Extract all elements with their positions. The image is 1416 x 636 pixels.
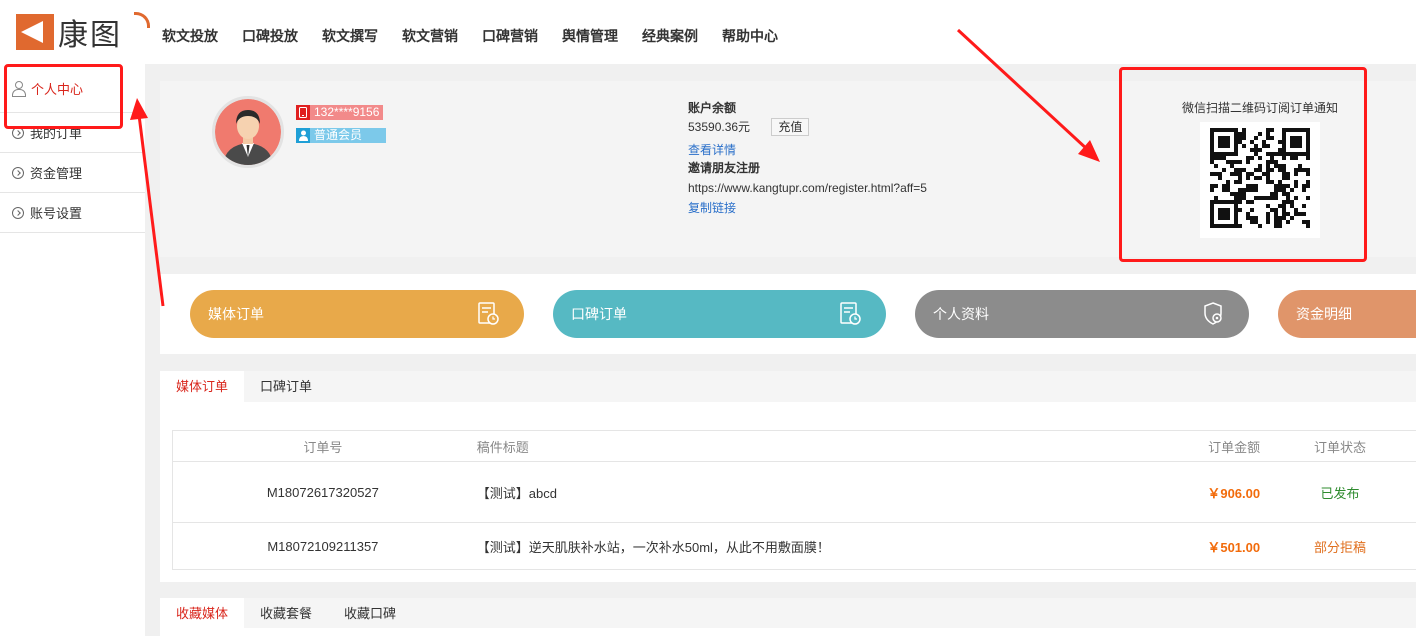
col-status: 订单状态 — [1314, 439, 1367, 455]
logo-text: 康图 — [58, 18, 122, 53]
orders-tabs: 媒体订单 口碑订单 — [160, 371, 1416, 402]
nav-item[interactable]: 软文投放 — [150, 26, 230, 46]
tab-fav-reputation[interactable]: 收藏口碑 — [328, 598, 412, 628]
tab-fav-media[interactable]: 收藏媒体 — [160, 598, 245, 628]
nav-item[interactable]: 软文营销 — [390, 26, 470, 46]
card-label: 个人资料 — [933, 306, 989, 322]
media-orders-card[interactable]: 媒体订单 — [190, 290, 524, 338]
table-header: 订单号 稿件标题 订单金额 订单状态 — [173, 431, 1416, 462]
order-amount: ￥906.00 — [1207, 485, 1261, 501]
member-icon — [296, 128, 310, 143]
sidebar-item-funds[interactable]: 资金管理 — [0, 153, 145, 193]
nav-item[interactable]: 经典案例 — [630, 26, 710, 46]
member-level: 普通会员 — [310, 128, 386, 143]
shield-gear-icon — [1204, 302, 1222, 325]
table-row[interactable]: M18072617320527 【测试】abcd ￥906.00 已发布 — [173, 462, 1416, 523]
avatar-person-icon — [215, 99, 281, 165]
invite-label: 邀请朋友注册 — [688, 161, 761, 175]
order-id: M18072617320527 — [266, 484, 379, 500]
view-details-link[interactable]: 查看详情 — [688, 141, 927, 159]
table-row[interactable]: M18072109211357 【测试】逆天肌肤补水站，一次补水50ml，从此不… — [173, 523, 1416, 570]
main-nav: 软文投放 口碑投放 软文撰写 软文营销 口碑营销 舆情管理 经典案例 帮助中心 — [150, 0, 790, 72]
tab-fav-packages[interactable]: 收藏套餐 — [244, 598, 328, 628]
nav-item[interactable]: 舆情管理 — [550, 26, 630, 46]
top-bar: 康图 软文投放 口碑投放 软文撰写 软文营销 口碑营销 舆情管理 经典案例 帮助… — [0, 0, 1416, 64]
order-amount: ￥501.00 — [1207, 539, 1261, 555]
nav-item[interactable]: 软文撰写 — [310, 26, 390, 46]
balance-value: 53590.36元 — [688, 120, 751, 134]
avatar — [212, 96, 284, 168]
nav-item[interactable]: 帮助中心 — [710, 26, 790, 46]
annotation-box-sidebar — [4, 64, 123, 129]
phone-number: 132****9156 — [310, 105, 384, 120]
recharge-button[interactable]: 充值 — [771, 118, 810, 136]
phone-icon — [296, 105, 310, 120]
orders-panel: 媒体订单 口碑订单 订单号 稿件标题 订单金额 订单状态 M1807261732… — [160, 371, 1416, 582]
tab-media-orders[interactable]: 媒体订单 — [160, 371, 245, 402]
col-title: 稿件标题 — [476, 439, 529, 455]
card-label: 口碑订单 — [571, 306, 627, 322]
invite-url: https://www.kangtupr.com/register.html?a… — [688, 181, 927, 195]
card-label: 媒体订单 — [208, 306, 264, 322]
phone-badge: 132****9156 — [296, 105, 384, 120]
favorites-tabs: 收藏媒体 收藏套餐 收藏口碑 — [160, 598, 1416, 628]
order-doc-icon — [478, 302, 499, 325]
funds-detail-card[interactable]: 资金明细 — [1278, 290, 1416, 338]
logo[interactable]: 康图 — [16, 12, 150, 53]
chevron-circle-icon — [12, 166, 24, 179]
nav-item[interactable]: 口碑营销 — [470, 26, 550, 46]
copy-link[interactable]: 复制链接 — [688, 199, 927, 217]
shortcut-cards: 媒体订单 口碑订单 个人资料 资金明细 — [160, 274, 1416, 354]
col-amount: 订单金额 — [1208, 439, 1261, 455]
logo-wave-icon — [134, 12, 150, 28]
balance-row: 53590.36元 充值 — [688, 117, 927, 137]
account-info: 账户余额 53590.36元 充值 查看详情 邀请朋友注册 https://ww… — [688, 99, 927, 217]
order-status: 已发布 — [1320, 485, 1360, 501]
col-order-id: 订单号 — [303, 439, 343, 455]
logo-mark-icon — [16, 14, 54, 50]
order-title[interactable]: 【测试】abcd — [473, 483, 1112, 502]
order-title[interactable]: 【测试】逆天肌肤补水站，一次补水50ml，从此不用敷面膜！ — [473, 537, 1112, 556]
card-label: 资金明细 — [1296, 306, 1352, 322]
tab-reputation-orders[interactable]: 口碑订单 — [244, 371, 328, 402]
sidebar-item-label: 账号设置 — [30, 206, 83, 221]
nav-item[interactable]: 口碑投放 — [230, 26, 310, 46]
balance-label: 账户余额 — [688, 101, 737, 115]
order-doc-icon — [840, 302, 861, 325]
sidebar-item-label: 资金管理 — [30, 166, 83, 181]
orders-table: 订单号 稿件标题 订单金额 订单状态 M18072617320527 【测试】a… — [172, 430, 1416, 570]
sidebar: 个人中心 我的订单 资金管理 账号设置 — [0, 64, 145, 636]
personal-profile-card[interactable]: 个人资料 — [915, 290, 1249, 338]
order-status: 部分拒稿 — [1314, 539, 1367, 555]
annotation-box-qr — [1119, 67, 1367, 262]
sidebar-item-account-settings[interactable]: 账号设置 — [0, 193, 145, 233]
member-badge: 普通会员 — [296, 128, 386, 143]
favorites-panel: 收藏媒体 收藏套餐 收藏口碑 — [160, 598, 1416, 636]
reputation-orders-card[interactable]: 口碑订单 — [553, 290, 886, 338]
order-id: M18072109211357 — [267, 538, 379, 554]
chevron-circle-icon — [12, 206, 24, 219]
